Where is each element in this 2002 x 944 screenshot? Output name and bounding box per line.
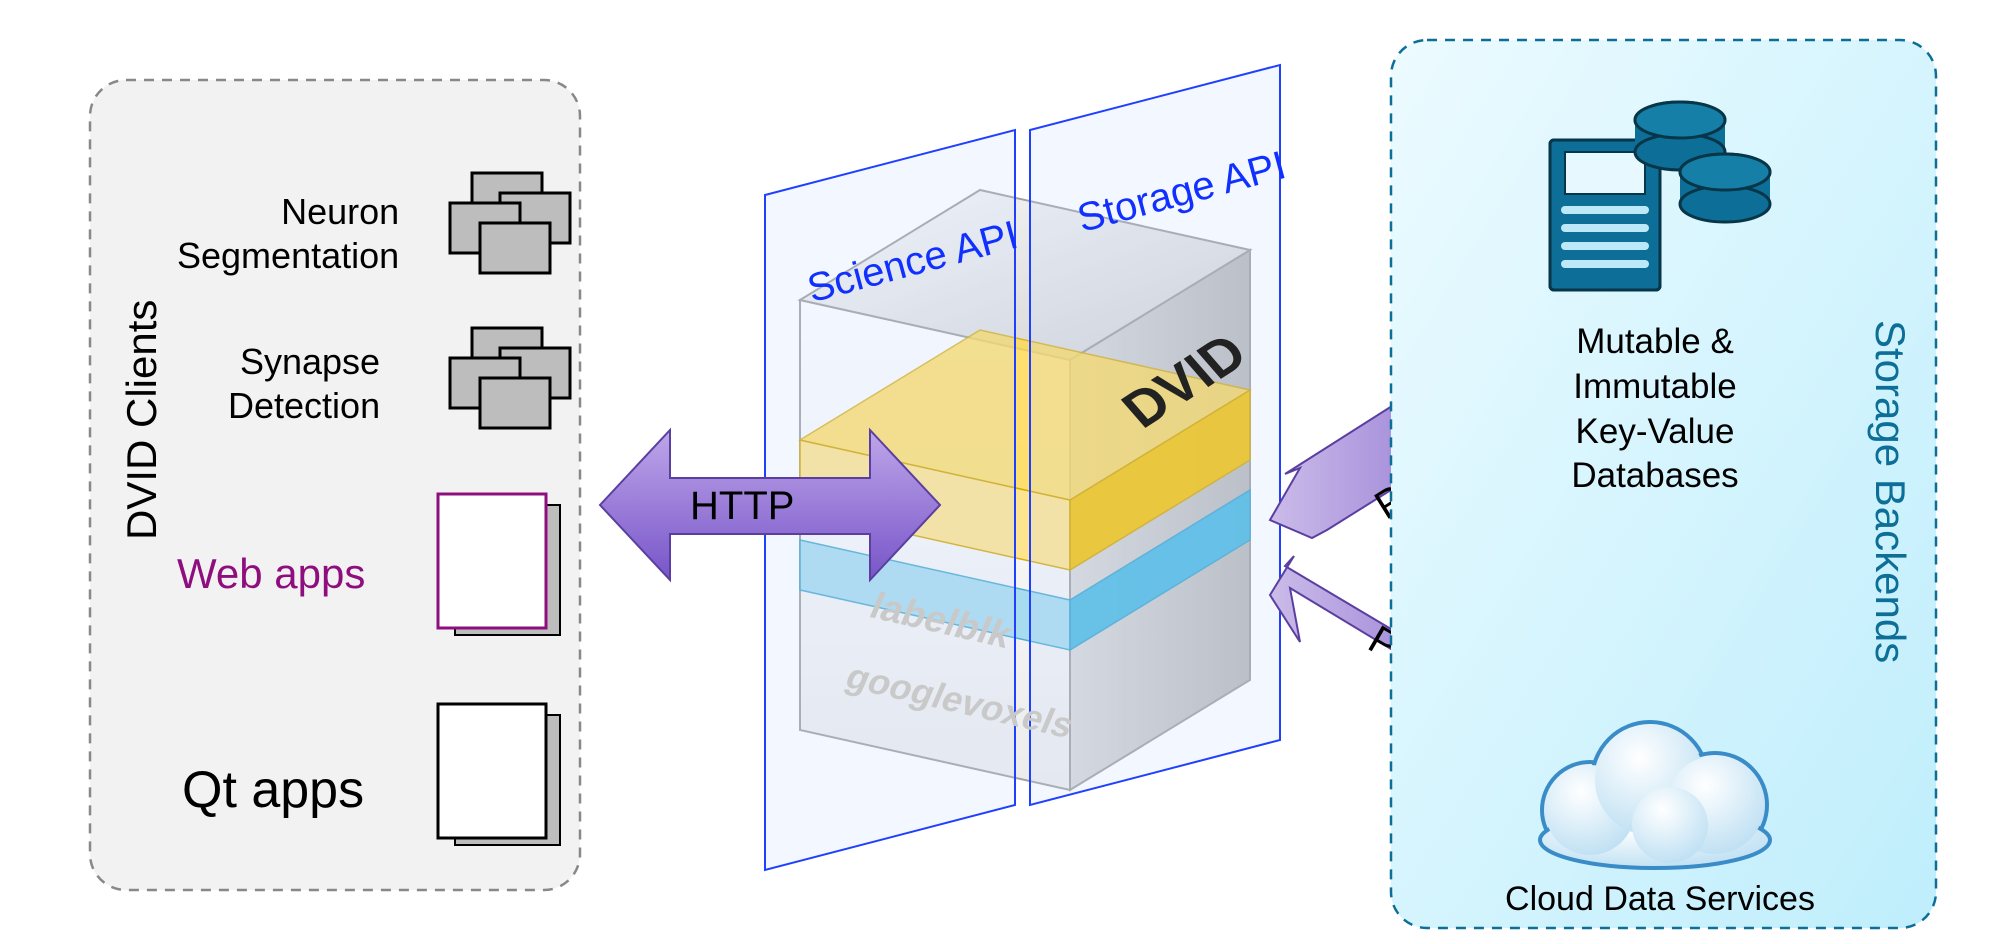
db-label: Mutable & Immutable Key-Value Databases (1540, 320, 1770, 499)
database-server-icon (1510, 80, 1790, 300)
right-panel-title: Storage Backends (1866, 320, 1914, 663)
cloud-label: Cloud Data Services (1490, 880, 1830, 919)
cloud-icon (1500, 700, 1800, 870)
